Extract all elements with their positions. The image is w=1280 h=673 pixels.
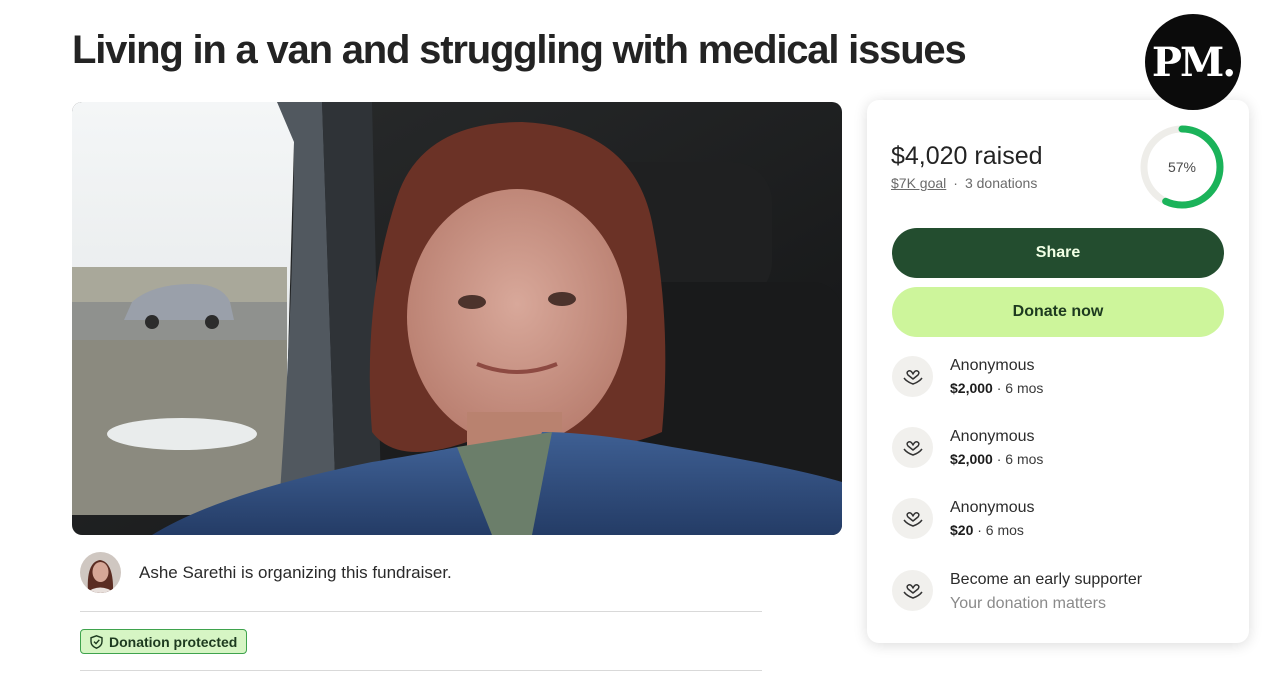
donor-amount: $20: [950, 522, 974, 538]
early-supporter-item[interactable]: Become an early supporter Your donation …: [892, 570, 1142, 614]
heart-hands-icon: [892, 427, 933, 468]
early-supporter-subtitle: Your donation matters: [950, 595, 1106, 612]
heart-hands-icon: [892, 498, 933, 539]
donor-time: · 6 mos: [992, 380, 1044, 396]
share-button[interactable]: Share: [892, 228, 1224, 278]
donor-amount: $2,000: [950, 380, 993, 396]
divider: [80, 611, 762, 612]
page-title: Living in a van and struggling with medi…: [72, 28, 967, 72]
organizer-avatar[interactable]: [80, 552, 121, 593]
organizer-text: Ashe Sarethi is organizing this fundrais…: [139, 562, 452, 582]
donor-name: Anonymous: [950, 499, 1035, 516]
donate-now-button[interactable]: Donate now: [892, 287, 1224, 337]
heart-hands-icon: [892, 356, 933, 397]
donor-name: Anonymous: [950, 357, 1035, 374]
early-supporter-title: Become an early supporter: [950, 571, 1143, 588]
donations-count: 3 donations: [964, 175, 1038, 191]
donation-protected-label: Donation protected: [109, 633, 238, 650]
donation-protected-badge[interactable]: Donation protected: [80, 629, 248, 654]
donor-name: Anonymous: [950, 428, 1035, 445]
goal-link[interactable]: $7K goal: [891, 175, 946, 191]
goal-summary: $7K goal · 3 donations: [891, 175, 1037, 191]
donor-item: Anonymous $2,000 · 6 mos: [892, 427, 1043, 469]
fundraiser-photo[interactable]: [72, 102, 842, 535]
progress-ring: 57%: [1139, 124, 1225, 210]
shield-icon: [89, 634, 104, 649]
fundraiser-photo-image: [72, 102, 842, 535]
donor-item: Anonymous $2,000 · 6 mos: [892, 356, 1043, 398]
divider: [80, 670, 762, 671]
donor-item: Anonymous $20 · 6 mos: [892, 498, 1035, 540]
pm-logo: PM.: [1145, 14, 1241, 110]
amount-raised: $4,020 raised: [891, 142, 1043, 170]
pm-logo-text: PM.: [1151, 38, 1236, 86]
heart-hands-icon: [892, 570, 933, 611]
organizer-row: Ashe Sarethi is organizing this fundrais…: [80, 552, 452, 593]
donor-time: · 6 mos: [992, 451, 1044, 467]
organizer-avatar-image: [80, 552, 121, 593]
donation-card: $4,020 raised $7K goal · 3 donations 57% S…: [867, 100, 1249, 643]
progress-percent: 57%: [1167, 159, 1197, 175]
donor-amount: $2,000: [950, 451, 993, 467]
donor-time: · 6 mos: [973, 522, 1024, 538]
separator: ·: [953, 175, 958, 191]
